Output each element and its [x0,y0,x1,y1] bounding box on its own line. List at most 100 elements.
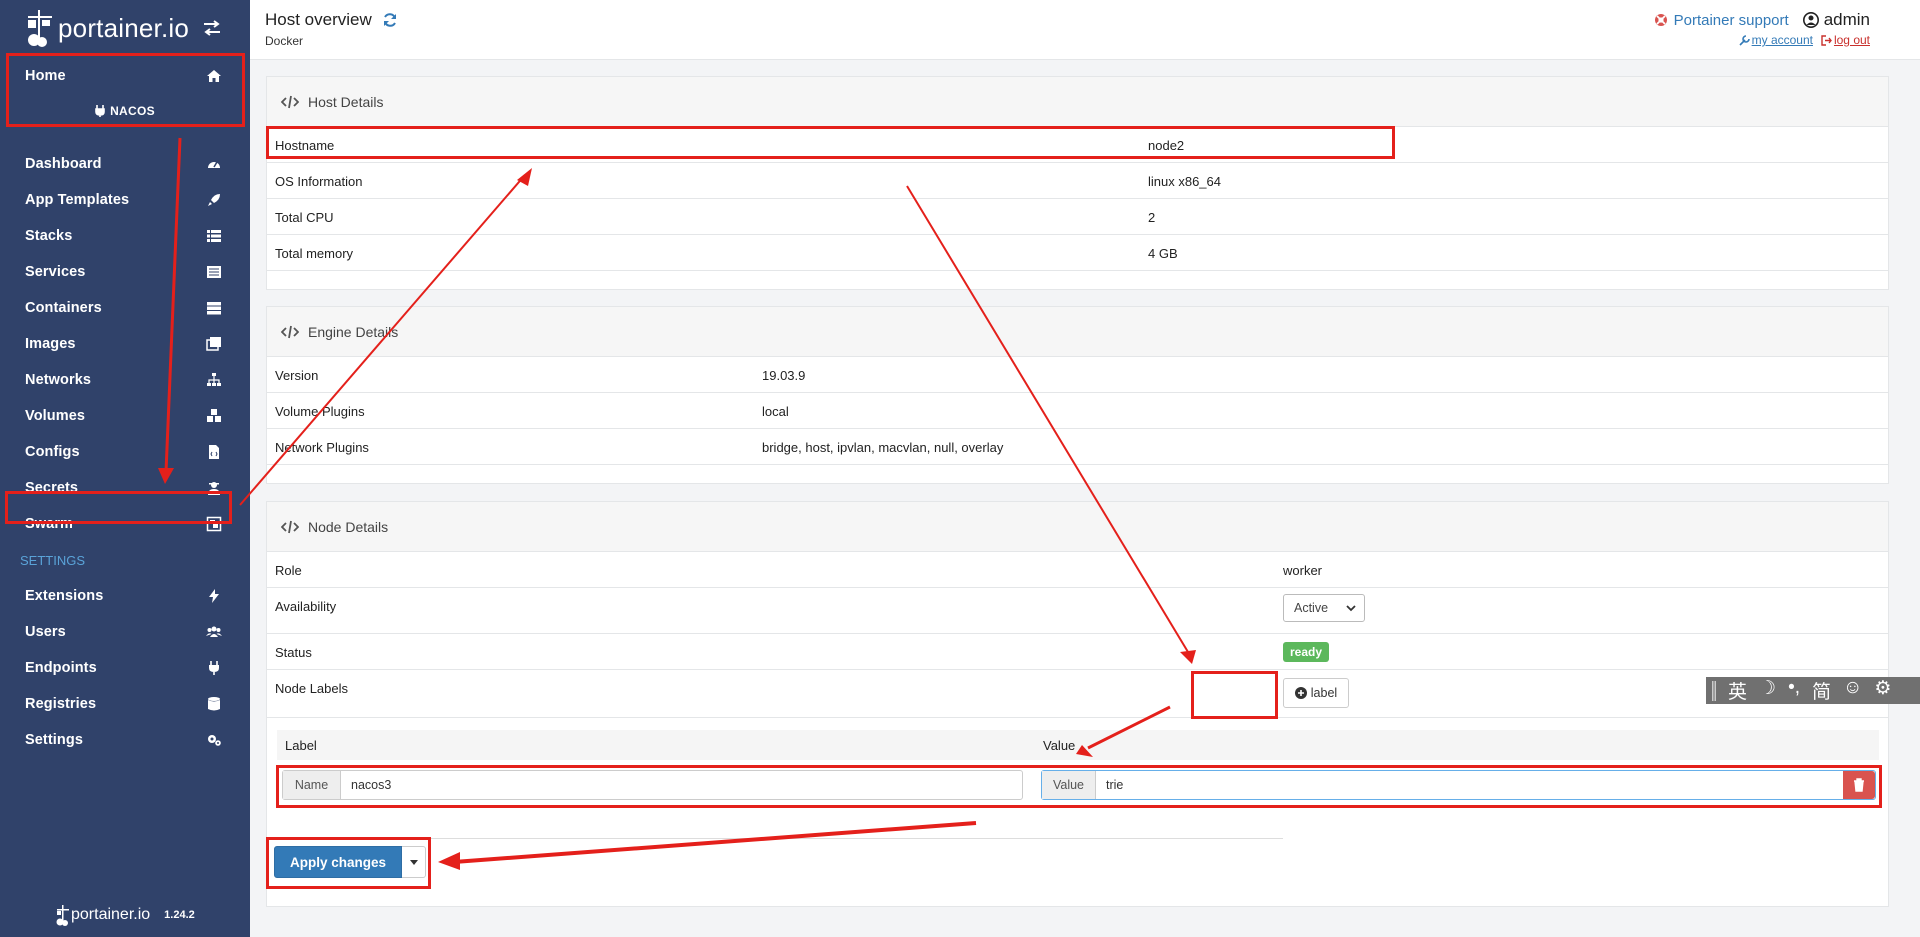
sidebar-nav: Home NACOS Dashboard App Templates Stacks S… [0,58,250,758]
row-value: 19.03.9 [762,367,806,383]
row-value: 4 GB [1148,245,1178,261]
detail-row: Total CPU 2 [267,199,1888,235]
label-value-input[interactable] [1096,771,1843,799]
sidebar-item-home[interactable]: Home [0,58,250,94]
availability-value: Active [1294,601,1329,615]
sidebar-item-label: Services [25,264,86,280]
brand-name: portainer.io [58,12,190,43]
refresh-icon[interactable] [382,12,398,28]
row-value: local [762,403,789,419]
value-column-header: Value [1043,738,1076,753]
name-addon: Name [283,771,341,799]
breadcrumb: Docker [265,34,304,48]
sidebar: portainer.io Home NACOS Dashboard App Tem… [0,0,250,937]
sidebar-item-label: Swarm [25,516,74,532]
row-value: bridge, host, ipvlan, macvlan, null, ove… [762,439,1004,455]
add-label-button[interactable]: label [1283,678,1349,708]
user-circle-icon [1802,12,1819,28]
availability-select[interactable]: Active [1283,594,1365,622]
remove-label-button[interactable] [1843,771,1875,799]
sidebar-item-stacks[interactable]: Stacks [0,218,250,254]
username-text: admin [1823,10,1870,29]
label-name-input[interactable] [341,771,1022,799]
my-account-link[interactable]: my account [1739,33,1813,47]
sidebar-footer: portainer.io 1.24.2 [55,904,195,926]
detail-row: Volume Plugins local [267,393,1888,429]
row-key: Role [275,562,302,578]
detail-row: Version 19.03.9 [267,357,1888,393]
widget-title: Host Details [308,93,384,110]
services-icon [207,266,221,278]
label-value-group: Value [1041,770,1876,800]
sidebar-item-label: Dashboard [25,156,102,172]
sidebar-item-registries[interactable]: Registries [0,686,250,722]
apply-button-group: Apply changes [274,846,427,878]
row-key: Volume Plugins [275,403,365,419]
widget-title: Node Details [308,518,389,535]
sidebar-item-services[interactable]: Services [0,254,250,290]
engine-details-widget: Engine Details Version 19.03.9 Volume Plug… [266,306,1889,484]
sidebar-item-label: Images [25,336,76,352]
row-key: Status [275,644,312,660]
sidebar-item-extensions[interactable]: Extensions [0,578,250,614]
cubes-icon [207,409,221,422]
sidebar-endpoint[interactable]: NACOS [0,94,250,128]
sidebar-item-label: Registries [25,696,97,712]
brand-logo[interactable]: portainer.io [24,6,189,50]
sidebar-item-label: Settings [25,732,83,748]
ime-item[interactable]: 英 [1728,677,1747,704]
code-icon [281,95,299,108]
sidebar-item-swarm[interactable]: Swarm [0,506,250,542]
sign-out-icon [1821,34,1832,46]
apply-options-dropdown[interactable] [402,846,427,878]
database-icon [208,697,220,711]
row-value: node2 [1148,137,1185,153]
code-icon [281,325,299,338]
page-title-text: Host overview [265,10,372,29]
log-out-label: log out [1833,33,1870,47]
log-out-link[interactable]: log out [1821,33,1870,47]
caret-down-icon [409,859,418,865]
sidebar-item-label: App Templates [25,192,130,208]
ime-item[interactable]: ☽ [1759,677,1776,704]
sidebar-item-endpoints[interactable]: Endpoints [0,650,250,686]
sidebar-toggle-icon[interactable] [202,20,222,36]
ime-toolbar[interactable]: 英 ☽ •, 简 ☺ ⚙ [1706,677,1920,704]
cogs-icon [208,735,221,746]
sidebar-item-configs[interactable]: Configs [0,434,250,470]
endpoint-name: NACOS [110,104,155,118]
sidebar-item-dashboard[interactable]: Dashboard [0,146,250,182]
ime-item[interactable]: ☺ [1843,677,1862,704]
row-key: Version [275,367,319,383]
node-role-row: Role worker [267,552,1888,588]
users-icon [206,626,222,637]
code-icon [281,520,299,533]
life-ring-icon [1654,14,1667,26]
ime-item[interactable]: ⚙ [1874,677,1891,704]
apply-changes-button[interactable]: Apply changes [274,846,403,878]
row-key: Total memory [275,245,354,261]
sidebar-item-app-templates[interactable]: App Templates [0,182,250,218]
row-key: Hostname [275,137,335,153]
sidebar-item-containers[interactable]: Containers [0,290,250,326]
row-key: OS Information [275,173,363,189]
divider [275,838,1283,839]
sidebar-item-label: Home [25,68,66,84]
support-link[interactable]: Portainer support [1654,12,1789,29]
rocket-icon [208,194,220,206]
portainer-logo-icon [56,905,69,926]
sidebar-item-volumes[interactable]: Volumes [0,398,250,434]
sidebar-item-secrets[interactable]: Secrets [0,470,250,506]
detail-row: Network Plugins bridge, host, ipvlan, mac… [267,429,1888,465]
page-title: Host overview [265,10,398,30]
sidebar-item-settings[interactable]: Settings [0,722,250,758]
sidebar-item-users[interactable]: Users [0,614,250,650]
node-details-widget: Node Details Role worker Availability Ac… [266,501,1889,907]
ime-item[interactable]: •, [1788,677,1800,704]
sidebar-item-images[interactable]: Images [0,326,250,362]
username: admin [1802,10,1870,30]
user-area: Portainer support admin my account log o… [1654,10,1870,47]
ime-item[interactable]: 简 [1812,677,1831,704]
node-labels-row: Node Labels label [267,670,1888,718]
sidebar-item-networks[interactable]: Networks [0,362,250,398]
